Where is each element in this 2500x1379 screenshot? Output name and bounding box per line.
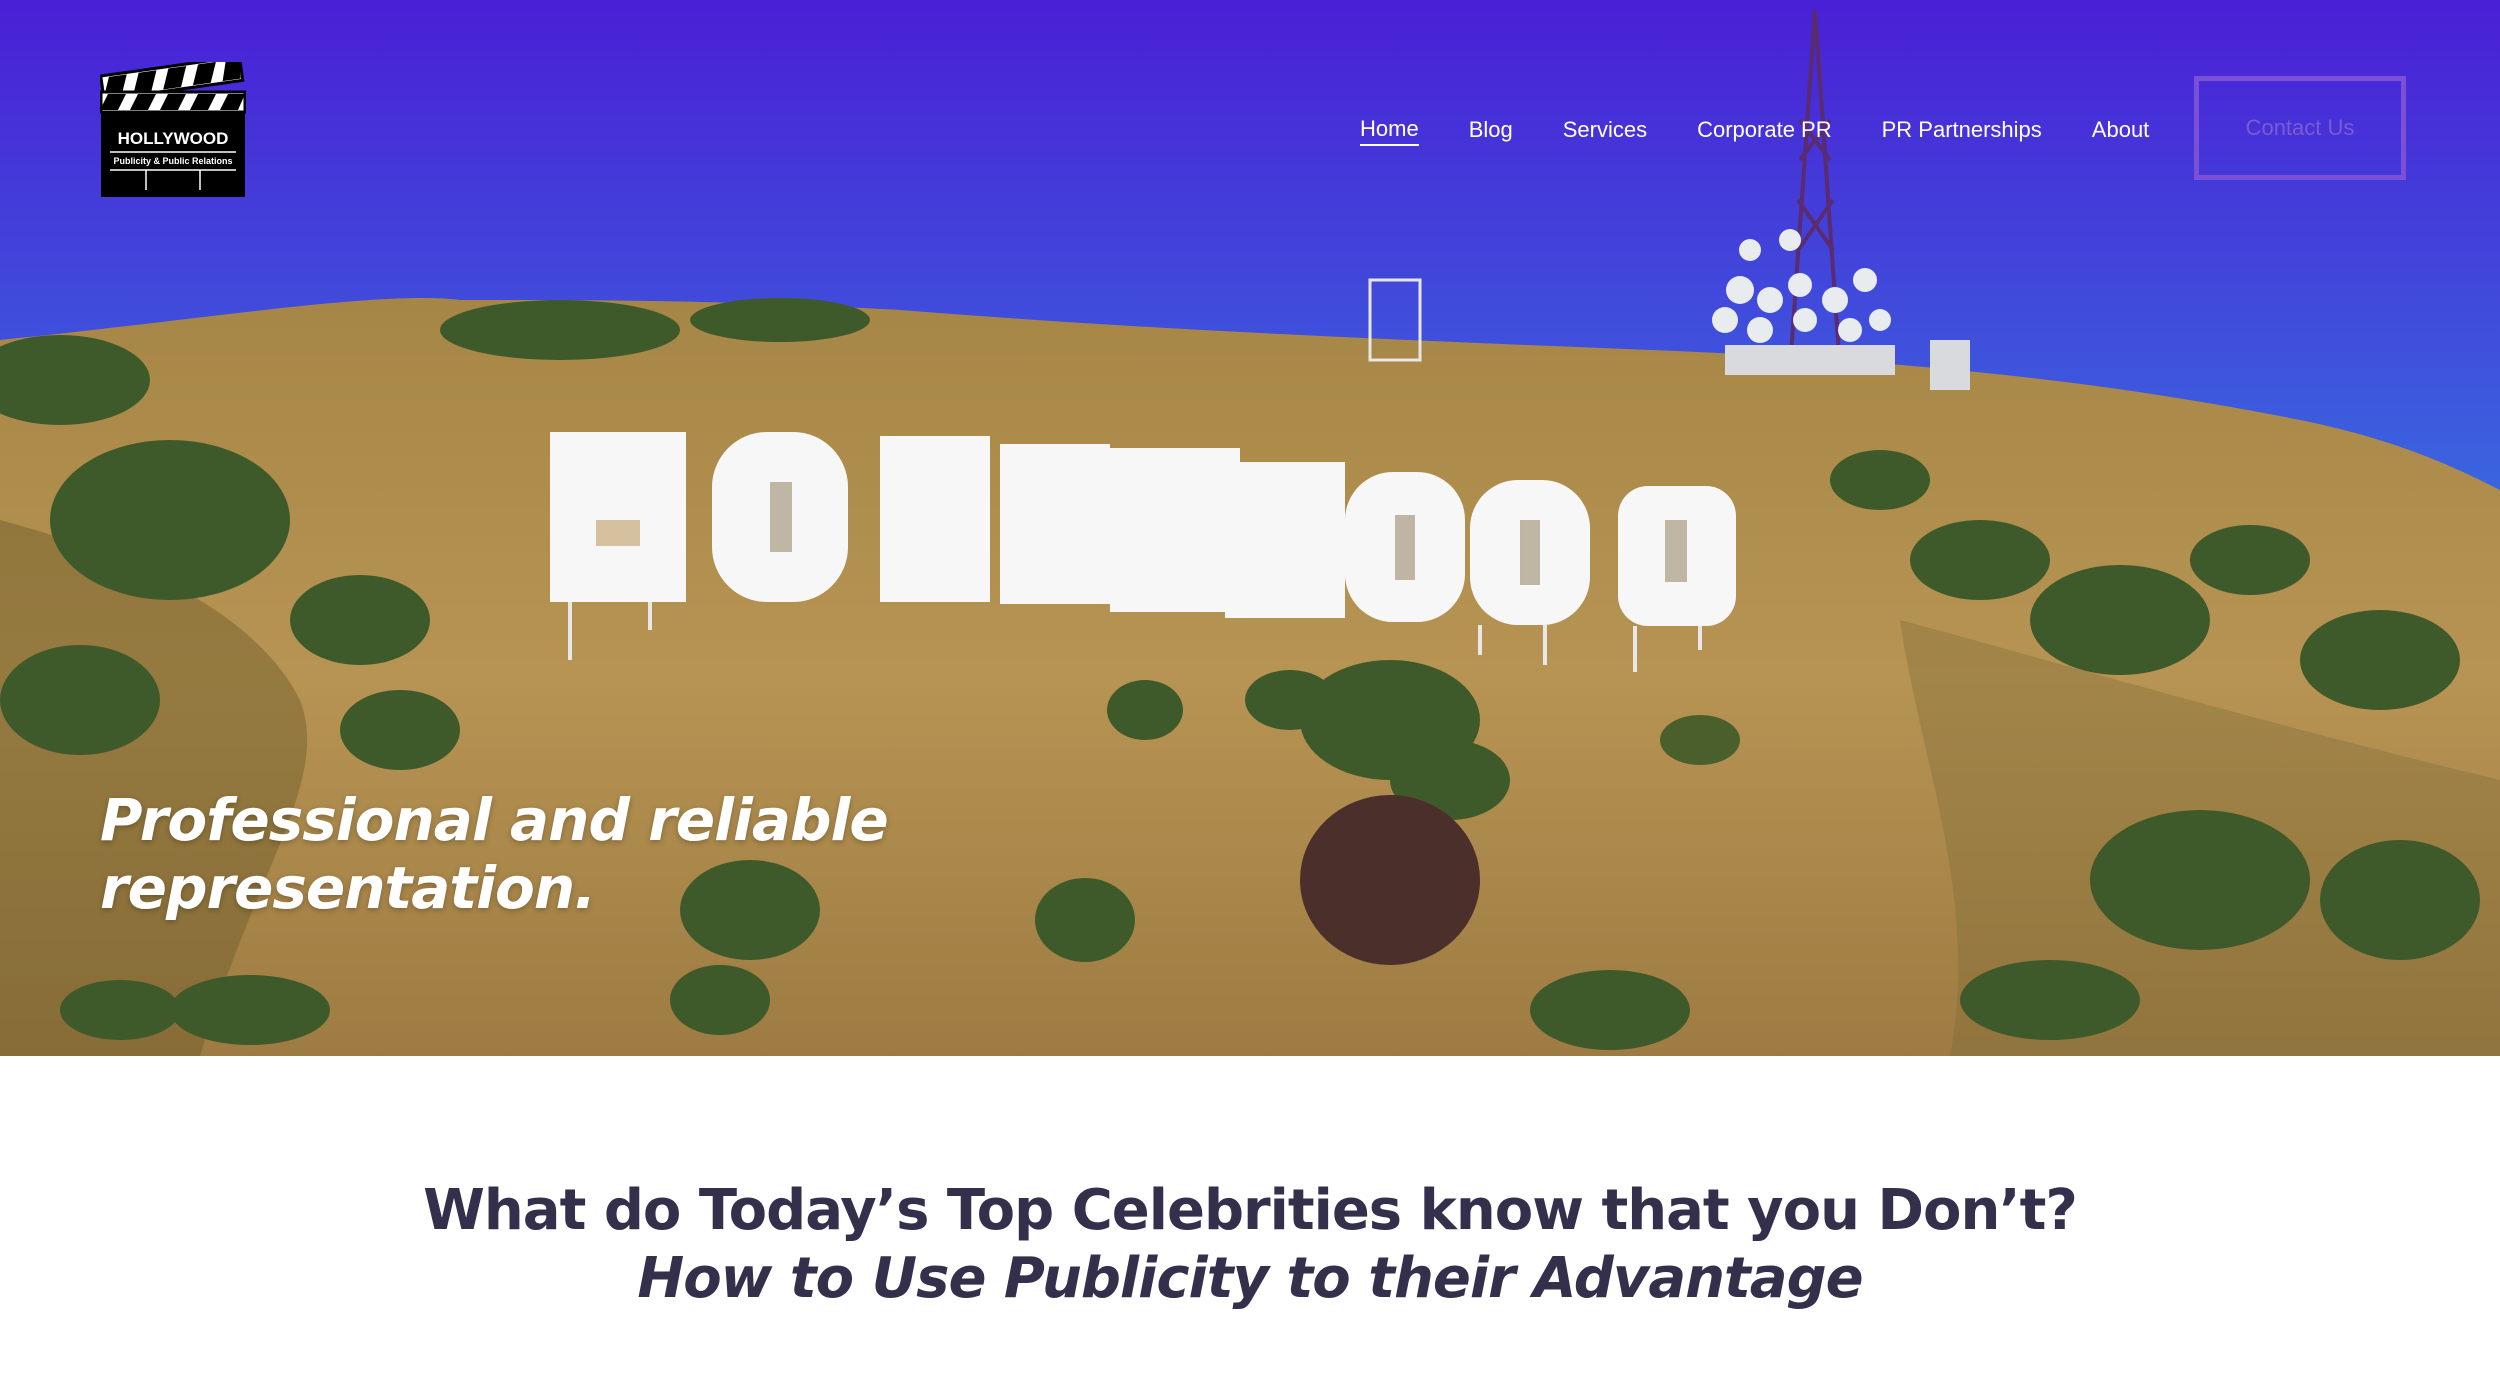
hero-banner: HOLLYWOOD HOLL [0,0,2500,1056]
main-nav: Home Blog Services Corporate PR PR Partn… [1360,112,2199,148]
page: HOLLYWOOD HOLL [0,0,2500,1379]
hero-tagline-line1: Professional and reliable [100,786,889,854]
nav-home[interactable]: Home [1360,114,1419,146]
brand-logo[interactable]: HOLLYWOOD Publicity & Public Relations [100,62,246,198]
nav-pr-partnerships[interactable]: PR Partnerships [1882,112,2042,148]
nav-corporate-pr[interactable]: Corporate PR [1697,112,1832,148]
contact-us-button[interactable]: Contact Us [2194,76,2406,180]
nav-about[interactable]: About [2092,112,2150,148]
logo-title: HOLLYWOOD [118,129,229,148]
hero-tagline: Professional and reliable representation… [100,786,1000,922]
intro-heading: What do Today’s Top Celebrities know tha… [423,1178,2078,1243]
logo-subtitle: Publicity & Public Relations [113,156,232,166]
hero-tagline-line2: representation. [100,854,596,922]
intro-subheading: How to Use Publicity to their Advantage [637,1246,1863,1311]
nav-services[interactable]: Services [1563,112,1647,148]
nav-blog[interactable]: Blog [1469,112,1513,148]
